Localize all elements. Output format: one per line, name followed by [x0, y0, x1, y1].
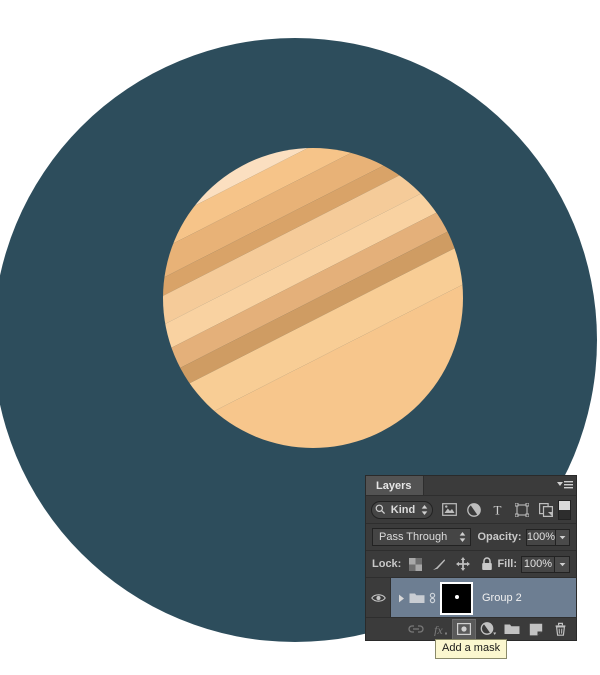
up-down-arrows-icon[interactable] — [420, 504, 429, 516]
tooltip-add-a-mask: Add a mask — [435, 639, 508, 659]
shape-layer-filter-icon[interactable] — [514, 502, 529, 517]
layer-mask-thumbnail[interactable] — [440, 581, 473, 615]
link-layers-button[interactable] — [404, 619, 428, 640]
filter-toggle-switch[interactable] — [558, 499, 571, 520]
eye-visibility-icon — [370, 593, 386, 603]
layer-visibility-toggle[interactable] — [366, 578, 391, 618]
opacity-label: Opacity: — [477, 531, 522, 543]
opacity-stepper-button[interactable] — [556, 528, 570, 546]
filter-kind-dropdown[interactable]: Kind — [371, 500, 433, 519]
folder-group-icon — [408, 592, 425, 604]
layers-panel: Layers Kind T Pass Through Opacity: 100%… — [366, 476, 576, 640]
tab-layers-label: Layers — [376, 479, 412, 492]
opacity-value: 100% — [526, 531, 556, 543]
lock-image-pixels-icon[interactable] — [432, 557, 446, 571]
fill-label: Fill: — [497, 558, 517, 570]
fill-value: 100% — [523, 558, 553, 570]
smart-object-filter-icon[interactable] — [538, 502, 553, 517]
tab-bar-filler — [424, 476, 554, 495]
lock-label: Lock: — [372, 558, 402, 570]
layer-filter-row: Kind T — [366, 496, 576, 524]
tab-layers[interactable]: Layers — [366, 476, 425, 495]
new-adjustment-layer-button[interactable] — [476, 619, 500, 640]
lock-buttons — [408, 557, 494, 571]
layer-list: Group 2 — [366, 578, 576, 619]
pixel-layer-filter-icon[interactable] — [442, 502, 457, 517]
delete-layer-button[interactable] — [548, 619, 572, 640]
search-icon — [375, 504, 386, 515]
filter-kind-label: Kind — [390, 503, 416, 516]
blend-mode-value: Pass Through — [379, 531, 448, 543]
panel-menu-icon[interactable] — [554, 476, 576, 495]
layers-bottom-toolbar: fx — [366, 617, 576, 640]
lock-transparent-pixels-icon[interactable] — [408, 557, 422, 571]
disclosure-triangle-icon[interactable] — [395, 594, 408, 603]
mask-thumbnail-dot — [454, 595, 459, 600]
blend-mode-stepper-icon[interactable] — [458, 531, 467, 543]
svg-text:fx: fx — [434, 623, 443, 636]
link-mask-icon[interactable] — [425, 591, 439, 605]
blend-mode-dropdown[interactable]: Pass Through — [372, 528, 471, 546]
fill-stepper-button[interactable] — [555, 555, 570, 573]
svg-text:T: T — [494, 503, 502, 516]
new-group-button[interactable] — [500, 619, 524, 640]
fill-input[interactable]: 100% — [521, 555, 555, 573]
lock-row: Lock: Fill: 100% — [366, 551, 576, 578]
opacity-input[interactable]: 100% — [525, 528, 557, 546]
blend-mode-row: Pass Through Opacity: 100% — [366, 524, 576, 551]
table-row[interactable]: Group 2 — [366, 578, 576, 619]
tooltip-text: Add a mask — [442, 642, 501, 654]
layer-row-body[interactable]: Group 2 — [391, 578, 576, 618]
layer-style-button[interactable]: fx — [428, 619, 452, 640]
adjustment-layer-filter-icon[interactable] — [466, 502, 481, 517]
new-layer-button[interactable] — [524, 619, 548, 640]
layer-name-label[interactable]: Group 2 — [482, 592, 522, 604]
panel-tab-bar: Layers — [366, 476, 576, 496]
lock-position-icon[interactable] — [456, 557, 471, 571]
filter-type-icons: T — [440, 502, 556, 517]
lock-all-icon[interactable] — [480, 557, 494, 571]
add-mask-button[interactable] — [452, 618, 476, 640]
type-layer-filter-icon[interactable]: T — [490, 502, 505, 517]
